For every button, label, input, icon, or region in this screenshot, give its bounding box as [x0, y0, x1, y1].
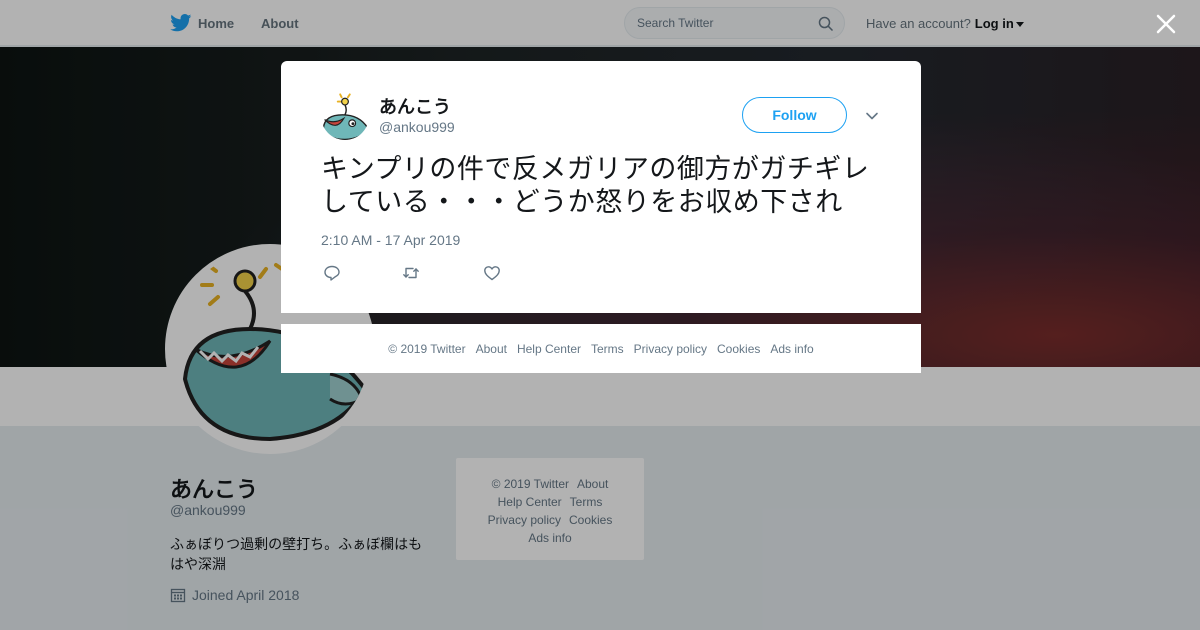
anglerfish-avatar-icon — [321, 92, 369, 140]
tweet-timestamp[interactable]: 2:10 AM - 17 Apr 2019 — [321, 232, 460, 248]
footer-terms-link[interactable]: Terms — [591, 342, 624, 356]
chevron-down-icon[interactable] — [865, 109, 879, 123]
footer-copyright: © 2019 Twitter — [388, 341, 466, 356]
follow-button[interactable]: Follow — [742, 97, 847, 133]
tweet-author-name[interactable]: あんこう — [379, 93, 451, 119]
close-icon[interactable] — [1155, 13, 1177, 35]
tweet-author-handle[interactable]: @ankou999 — [379, 119, 455, 135]
tweet-author-avatar[interactable] — [321, 92, 369, 140]
like-heart-icon[interactable] — [483, 264, 501, 282]
footer-about-link[interactable]: About — [476, 342, 507, 356]
modal-footer: © 2019 Twitter About Help Center Terms P… — [281, 324, 921, 373]
footer-help-link[interactable]: Help Center — [517, 342, 581, 356]
tweet-text: キンプリの件で反メガリアの御方がガチギレしている・・・どうか怒りをお収め下され — [321, 154, 870, 217]
retweet-icon[interactable] — [402, 264, 420, 282]
tweet-modal: あんこう @ankou999 Follow キンプリの件で反メガリアの御方がガチ… — [281, 61, 921, 313]
footer-ads-link[interactable]: Ads info — [770, 342, 813, 356]
footer-privacy-link[interactable]: Privacy policy — [634, 342, 707, 356]
footer-cookies-link[interactable]: Cookies — [717, 342, 760, 356]
reply-icon[interactable] — [323, 264, 341, 282]
